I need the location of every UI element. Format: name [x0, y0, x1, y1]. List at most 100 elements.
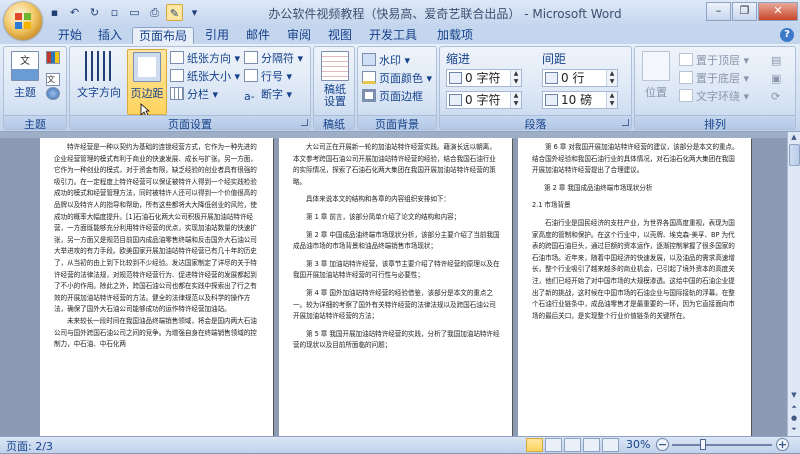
group-label: 稿纸	[314, 115, 354, 131]
page-color-icon	[362, 71, 376, 84]
page-text: 大公司正在开展新一轮的加油站特许经营实践。藉演长远以朝离，本文参考跨国石油公司开…	[293, 142, 500, 352]
breaks-button[interactable]: 分隔符 ▾	[244, 50, 303, 67]
full-screen-reading-icon[interactable]	[545, 438, 562, 452]
spacing-after-input[interactable]: 10 磅 ▲ ▼	[542, 91, 618, 109]
paragraph: 特许经营是一种以契约为基础的连锁经营方式，它作为一种先进的企业经营管理的模式有利…	[54, 143, 257, 314]
group-page-setup: 文字方向 页边距 纸张方向 ▾ 纸张大小 ▾ 分栏 ▾ 分隔符 ▾ 行号 ▾ a…	[69, 46, 311, 131]
outline-icon[interactable]	[583, 438, 600, 452]
tab-view[interactable]: 视图	[322, 27, 358, 44]
theme-colors-icon[interactable]	[46, 50, 63, 67]
scroll-thumb[interactable]	[789, 144, 800, 166]
theme-effects-icon[interactable]	[46, 86, 63, 103]
send-back-button[interactable]: 置于底层 ▾	[679, 70, 749, 87]
vertical-scrollbar[interactable]: ▲ ▼ ⏶ ● ⏷	[787, 132, 800, 436]
spacing-title: 间距	[542, 52, 567, 66]
text-direction-button[interactable]: 文字方向	[74, 49, 124, 115]
themes-button[interactable]: 文 主题	[7, 49, 43, 115]
group-label: 主题	[4, 115, 66, 131]
chapter-heading: 第 2 章 我国成品油终端市场现状分析	[544, 183, 653, 192]
page-color-button[interactable]: 页面颜色 ▾	[362, 70, 432, 87]
prev-page-icon[interactable]: ⏶	[788, 402, 800, 413]
tab-home[interactable]: 开始	[52, 27, 88, 44]
page-borders-icon	[362, 89, 376, 102]
browse-object-icon[interactable]: ●	[788, 413, 800, 424]
text-direction-icon	[85, 51, 113, 81]
group-arrange: 位置 置于顶层 ▾ 置于底层 ▾ 文字环绕 ▾ ▤ ▣ ⟳ 排列	[634, 46, 796, 131]
office-button[interactable]	[4, 2, 42, 40]
paragraph: 未来较长一段时间在我国油品终端销售领域，将会是国内两大石油公司与国外跨国石油公司…	[54, 316, 257, 349]
page-borders-button[interactable]: 页面边框	[362, 88, 423, 105]
tab-insert[interactable]: 插入	[92, 27, 128, 44]
zoom-out-icon[interactable]: −	[656, 438, 669, 451]
spacing-before-input[interactable]: 0 行 ▲ ▼	[542, 69, 618, 87]
page-indicator[interactable]: 页面: 2/3	[6, 438, 53, 454]
zoom-slider-handle[interactable]	[700, 439, 706, 450]
indent-left-input[interactable]: 0 字符 ▲ ▼	[446, 69, 522, 87]
position-icon	[642, 51, 670, 81]
group-icon[interactable]: ▣	[771, 70, 781, 87]
tab-page-layout[interactable]: 页面布局	[132, 27, 195, 44]
tab-mailings[interactable]: 邮件	[240, 27, 276, 44]
document-page: 大公司正在开展新一轮的加油站特许经营实践。藉演长远以朝离，本文参考跨国石油公司开…	[279, 138, 512, 436]
line-numbers-button[interactable]: 行号 ▾	[244, 68, 292, 85]
bring-front-button[interactable]: 置于顶层 ▾	[679, 52, 749, 69]
dialog-launcher-icon[interactable]	[622, 119, 629, 126]
manuscript-button[interactable]: 稿纸 设置	[317, 49, 353, 115]
group-label: 排列	[635, 115, 795, 131]
next-page-icon[interactable]: ⏷	[788, 424, 800, 435]
size-icon	[170, 69, 184, 82]
margins-icon	[133, 52, 161, 82]
maximize-button[interactable]: ❐	[732, 2, 757, 21]
align-icon[interactable]: ▤	[771, 52, 781, 69]
position-button[interactable]: 位置	[638, 49, 674, 115]
columns-icon	[170, 87, 184, 100]
theme-fonts-icon[interactable]: 文	[46, 68, 63, 86]
orientation-button[interactable]: 纸张方向 ▾	[170, 50, 240, 67]
group-label: 页面背景	[358, 115, 436, 131]
themes-icon: 文	[11, 51, 39, 81]
page-text: 特许经营是一种以契约为基础的连锁经营方式，它作为一种先进的企业经营管理的模式有利…	[54, 142, 261, 351]
scroll-down-icon[interactable]: ▼	[788, 390, 800, 401]
scroll-up-icon[interactable]: ▲	[788, 132, 800, 143]
zoom-slider[interactable]	[672, 444, 772, 446]
group-manuscript: 稿纸 设置 稿纸	[313, 46, 355, 131]
web-layout-icon[interactable]	[564, 438, 581, 452]
text-wrap-button[interactable]: 文字环绕 ▾	[679, 88, 749, 105]
redo-icon[interactable]: ↻	[86, 4, 103, 21]
close-button[interactable]: ✕	[758, 2, 798, 21]
paragraph: 大公司正在开展新一轮的加油站特许经营实践。藉演长远以朝离，本文参考跨国石油公司开…	[293, 143, 496, 186]
indent-right-input[interactable]: 0 字符 ▲ ▼	[446, 91, 522, 109]
tab-references[interactable]: 引用	[199, 27, 235, 44]
print-layout-icon[interactable]	[526, 438, 543, 452]
tab-addins[interactable]: 加载项	[431, 27, 479, 44]
hyphenation-button[interactable]: a- 断字 ▾	[244, 86, 292, 103]
save-icon[interactable]: ▪	[46, 4, 63, 21]
size-button[interactable]: 纸张大小 ▾	[170, 68, 240, 85]
zoom-in-icon[interactable]: +	[776, 438, 789, 451]
tab-review[interactable]: 审阅	[281, 27, 317, 44]
minimize-button[interactable]: –	[706, 2, 731, 21]
watermark-button[interactable]: 水印 ▾	[362, 52, 410, 69]
undo-icon[interactable]: ↶	[66, 4, 83, 21]
group-label: 页面设置	[70, 115, 310, 131]
columns-button[interactable]: 分栏 ▾	[170, 86, 218, 103]
print-preview-icon[interactable]: ⎙	[146, 4, 163, 21]
open-icon[interactable]: ▭	[126, 4, 143, 21]
breaks-icon	[244, 51, 258, 64]
page-text: 第 6 章 对我国开展加油站特许经营的建议，该部分是本文的重点。结合国外经验和我…	[532, 142, 739, 322]
zoom-level[interactable]: 30%	[626, 438, 650, 451]
tab-developer[interactable]: 开发工具	[363, 27, 423, 44]
dialog-launcher-icon[interactable]	[301, 119, 308, 126]
new-icon[interactable]: ▫	[106, 4, 123, 21]
watermark-icon	[362, 53, 376, 66]
help-icon[interactable]: ?	[780, 28, 794, 42]
group-page-background: 水印 ▾ 页面颜色 ▾ 页面边框 页面背景	[357, 46, 437, 131]
format-painter-icon[interactable]: ✎	[166, 4, 183, 21]
rotate-icon[interactable]: ⟳	[771, 88, 780, 105]
send-back-icon	[679, 71, 693, 84]
draft-icon[interactable]	[602, 438, 619, 452]
dropdown-icon[interactable]: ▾	[186, 4, 203, 21]
office-logo-icon	[15, 13, 31, 29]
group-paragraph: 缩进 间距 0 字符 ▲ ▼ 0 字符 ▲ ▼ 0 行 ▲ ▼ 10 磅 ▲ ▼ 段落	[439, 46, 632, 131]
document-workspace: 特许经营是一种以契约为基础的连锁经营方式，它作为一种先进的企业经营管理的模式有利…	[0, 138, 787, 436]
